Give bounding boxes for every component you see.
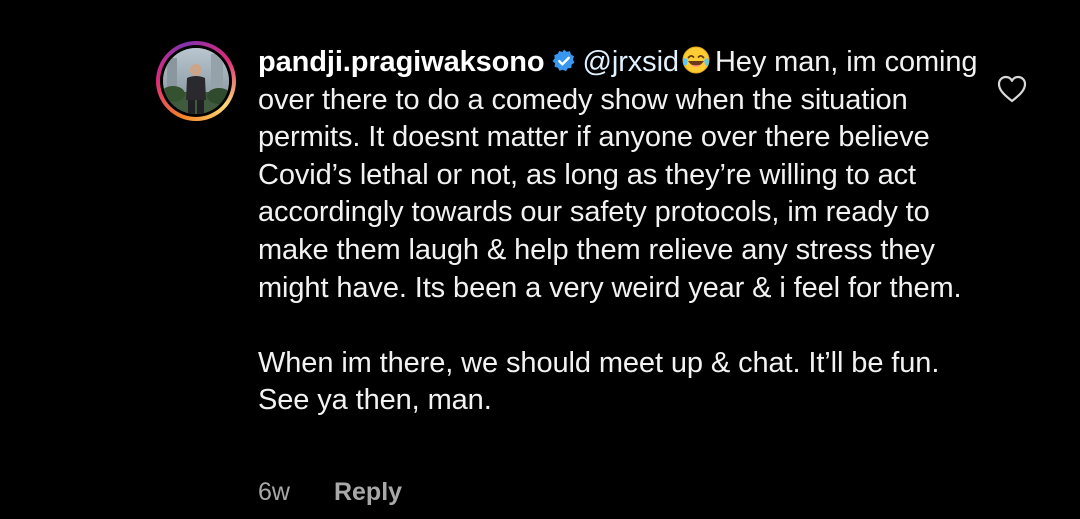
comment-item: pandji.pragiwaksono @jrxsid Hey man, im co… xyxy=(0,0,1080,519)
timestamp: 6w xyxy=(258,478,290,506)
comment-meta: 6w Reply xyxy=(258,478,402,507)
verified-badge-icon xyxy=(551,47,577,73)
mention-link[interactable]: @jrxsid xyxy=(583,46,680,78)
tears-of-joy-emoji-icon xyxy=(681,45,711,75)
comment-paragraph-2: When im there, we should meet up & chat.… xyxy=(258,346,940,417)
avatar-story-ring[interactable] xyxy=(156,41,236,121)
username-link[interactable]: pandji.pragiwaksono xyxy=(258,46,545,78)
heart-outline-icon[interactable] xyxy=(997,75,1027,103)
avatar-photo xyxy=(163,48,229,114)
reply-button[interactable]: Reply xyxy=(334,478,402,506)
comment-text: pandji.pragiwaksono @jrxsid Hey man, im co… xyxy=(258,44,978,420)
comment-paragraph-1: pandji.pragiwaksono @jrxsid Hey man, im co… xyxy=(258,44,978,307)
comment-body-text: Hey man, im coming over there to do a co… xyxy=(258,46,978,304)
avatar[interactable] xyxy=(163,48,229,114)
